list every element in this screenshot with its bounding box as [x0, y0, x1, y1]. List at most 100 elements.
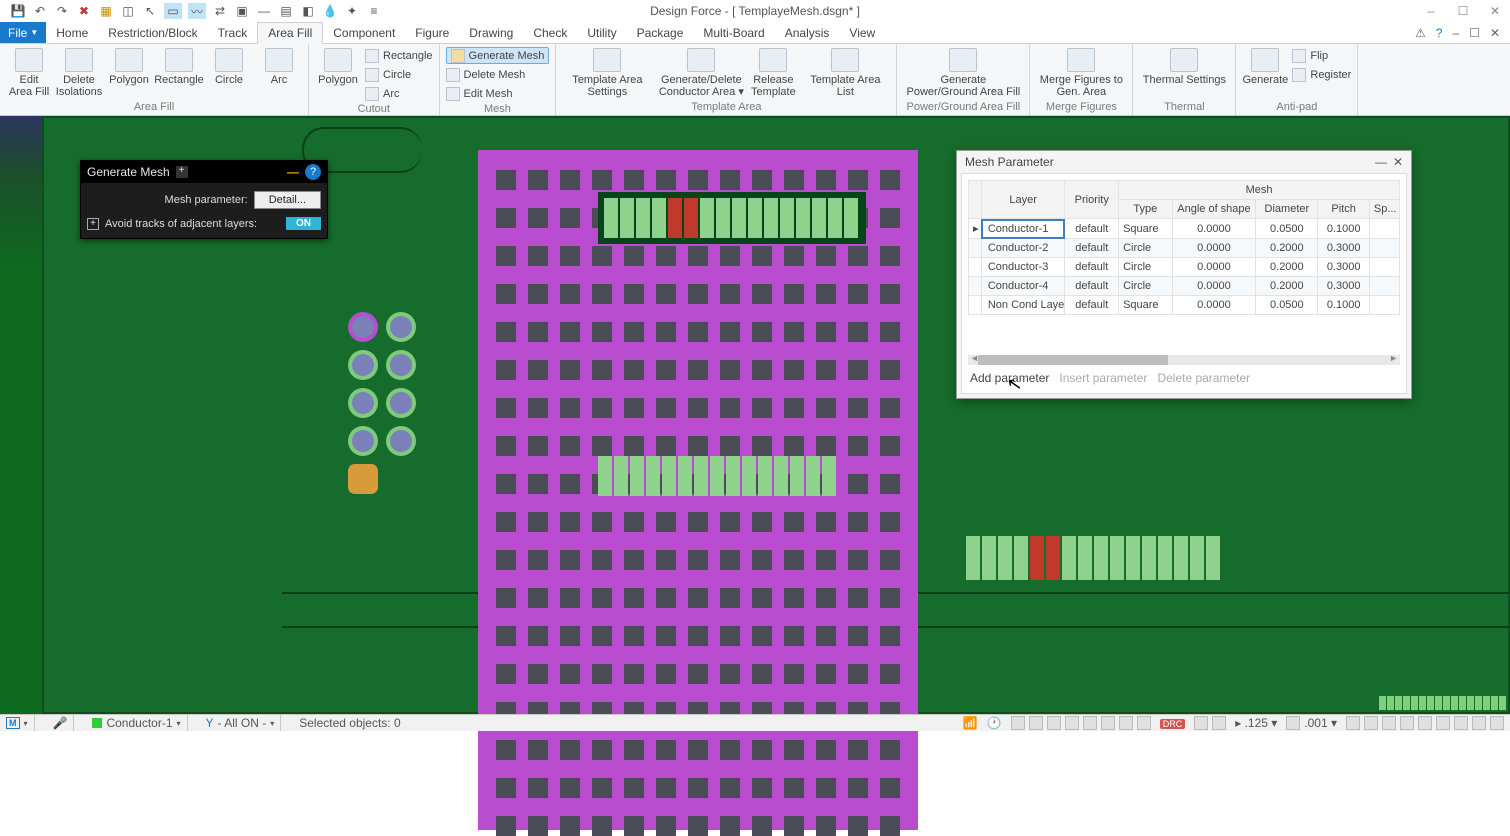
menu-analysis[interactable]: Analysis	[775, 22, 840, 43]
status-icon-17[interactable]	[1436, 716, 1450, 730]
dialog-close-icon[interactable]: ✕	[1393, 155, 1403, 169]
status-icon-7[interactable]	[1119, 716, 1133, 730]
clock-icon[interactable]: 🕐	[987, 716, 1002, 730]
avoid-tracks-toggle[interactable]: ON	[286, 217, 321, 230]
qat-sparkle-icon[interactable]: ✦	[344, 3, 360, 19]
status-icon-12[interactable]	[1346, 716, 1360, 730]
menu-file[interactable]: File▼	[0, 22, 46, 43]
delete-parameter-button[interactable]: Delete parameter	[1157, 371, 1250, 385]
status-icon-13[interactable]	[1364, 716, 1378, 730]
cut-arc-button[interactable]: Arc	[365, 85, 433, 102]
warning-icon[interactable]: ⚠	[1415, 26, 1426, 40]
menu-figure[interactable]: Figure	[405, 22, 459, 43]
status-mode-icon[interactable]: M▾	[0, 717, 34, 729]
mdi-close-icon[interactable]: ✕	[1490, 26, 1500, 40]
table-row[interactable]: Conductor-2defaultCircle0.00000.20000.30…	[969, 239, 1400, 258]
qat-drop-icon[interactable]: 💧	[322, 3, 338, 19]
expand-row-icon[interactable]: +	[87, 218, 99, 230]
col-diameter[interactable]: Diameter	[1256, 200, 1318, 219]
mesh-parameter-titlebar[interactable]: Mesh Parameter — ✕	[957, 151, 1411, 173]
status-icon-9[interactable]	[1194, 716, 1208, 730]
panel-help-icon[interactable]: ?	[305, 164, 321, 180]
drc-badge[interactable]: DRC	[1160, 716, 1186, 730]
qat-redo-icon[interactable]: ↷	[54, 3, 70, 19]
status-icon-6[interactable]	[1101, 716, 1115, 730]
thermal-settings-button[interactable]: Thermal Settings	[1139, 46, 1229, 86]
mic-icon[interactable]: 🎤	[47, 716, 74, 730]
status-icon-4[interactable]	[1065, 716, 1079, 730]
qat-sellasso-icon[interactable]: 〰	[188, 3, 206, 19]
menu-areafill[interactable]: Area Fill	[257, 22, 323, 44]
shape-arc-button[interactable]: Arc	[256, 46, 302, 86]
status-icon-10[interactable]	[1212, 716, 1226, 730]
expand-icon[interactable]: +	[176, 166, 188, 178]
qat-delete-icon[interactable]: ✖	[76, 3, 92, 19]
shape-rectangle-button[interactable]: Rectangle	[156, 46, 202, 86]
mdi-min-icon[interactable]: –	[1452, 26, 1459, 40]
status-icon-20[interactable]	[1490, 716, 1504, 730]
qat-layers-icon[interactable]: ▤	[278, 3, 294, 19]
delete-isolations-button[interactable]: DeleteIsolations	[56, 46, 102, 98]
cut-rectangle-button[interactable]: Rectangle	[365, 47, 433, 64]
qat-annotate-icon[interactable]: ▣	[234, 3, 250, 19]
menu-view[interactable]: View	[839, 22, 885, 43]
register-button[interactable]: Register	[1292, 66, 1351, 83]
shape-polygon-button[interactable]: Polygon	[106, 46, 152, 86]
menu-component[interactable]: Component	[323, 22, 405, 43]
status-icon-19[interactable]	[1472, 716, 1486, 730]
gen-del-conductor-area-button[interactable]: Generate/DeleteConductor Area ▾	[656, 46, 746, 98]
release-template-button[interactable]: ReleaseTemplate	[750, 46, 796, 98]
minimize-panel-icon[interactable]: —	[287, 165, 299, 179]
status-coord-2[interactable]: .001 ▾	[1304, 716, 1337, 730]
table-row[interactable]: Non Cond LayerdefaultSquare0.00000.05000…	[969, 296, 1400, 315]
help-icon[interactable]: ?	[1436, 26, 1443, 40]
cut-polygon-button[interactable]: Polygon	[315, 46, 361, 86]
merge-figures-button[interactable]: Merge Figures toGen. Area	[1036, 46, 1126, 98]
maximize-button[interactable]: ☐	[1454, 4, 1472, 18]
menu-home[interactable]: Home	[46, 22, 98, 43]
status-icon-8[interactable]	[1137, 716, 1151, 730]
status-icon-14[interactable]	[1382, 716, 1396, 730]
edit-mesh-button[interactable]: Edit Mesh	[446, 85, 550, 102]
scrollbar-thumb[interactable]	[978, 355, 1168, 365]
status-icon-1[interactable]	[1011, 716, 1025, 730]
insert-parameter-button[interactable]: Insert parameter	[1059, 371, 1147, 385]
status-icon-18[interactable]	[1454, 716, 1468, 730]
template-area-list-button[interactable]: Template AreaList	[800, 46, 890, 98]
status-coord-1[interactable]: ▸ .125 ▾	[1235, 716, 1277, 730]
qat-swap-icon[interactable]: ⇄	[212, 3, 228, 19]
dialog-minimize-icon[interactable]: —	[1375, 155, 1387, 169]
status-icon-16[interactable]	[1418, 716, 1432, 730]
generate-mesh-panel[interactable]: Generate Mesh + — ? Mesh parameter: Deta…	[80, 160, 328, 239]
col-pitch[interactable]: Pitch	[1318, 200, 1369, 219]
menu-package[interactable]: Package	[627, 22, 694, 43]
mesh-parameter-grid[interactable]: Layer Priority Mesh Type Angle of shape …	[968, 180, 1400, 315]
mesh-parameter-dialog[interactable]: Mesh Parameter — ✕ Layer Priority Mesh T…	[956, 150, 1412, 399]
col-sp[interactable]: Sp...	[1369, 200, 1399, 219]
qat-selrect-icon[interactable]: ▭	[164, 3, 182, 19]
col-priority[interactable]: Priority	[1065, 181, 1119, 219]
status-icon-5[interactable]	[1083, 716, 1097, 730]
generate-mesh-button[interactable]: Generate Mesh	[446, 47, 550, 64]
qat-pointer-icon[interactable]: ↖	[142, 3, 158, 19]
generate-antipad-button[interactable]: Generate	[1242, 46, 1288, 86]
col-angle[interactable]: Angle of shape	[1172, 200, 1256, 219]
menu-drawing[interactable]: Drawing	[459, 22, 523, 43]
status-icon-2[interactable]	[1029, 716, 1043, 730]
generate-mesh-titlebar[interactable]: Generate Mesh + — ?	[81, 161, 327, 183]
col-layer[interactable]: Layer	[981, 181, 1065, 219]
add-parameter-button[interactable]: Add parameter	[970, 371, 1049, 385]
menu-restriction[interactable]: Restriction/Block	[98, 22, 207, 43]
qat-toggle-icon[interactable]: —	[256, 3, 272, 19]
table-row[interactable]: Conductor-3defaultCircle0.00000.20000.30…	[969, 258, 1400, 277]
mdi-restore-icon[interactable]: ☐	[1469, 26, 1480, 40]
delete-mesh-button[interactable]: Delete Mesh	[446, 66, 550, 83]
status-icon-11[interactable]	[1286, 716, 1300, 730]
menu-track[interactable]: Track	[208, 22, 258, 43]
table-row[interactable]: ▸Conductor-1defaultSquare0.00000.05000.1…	[969, 219, 1400, 239]
gen-pg-area-fill-button[interactable]: GeneratePower/Ground Area Fill	[903, 46, 1023, 98]
qat-grid-icon[interactable]: ▦	[98, 3, 114, 19]
qat-save-icon[interactable]: 💾	[10, 3, 26, 19]
status-icon-15[interactable]	[1400, 716, 1414, 730]
template-area-settings-button[interactable]: Template AreaSettings	[562, 46, 652, 98]
